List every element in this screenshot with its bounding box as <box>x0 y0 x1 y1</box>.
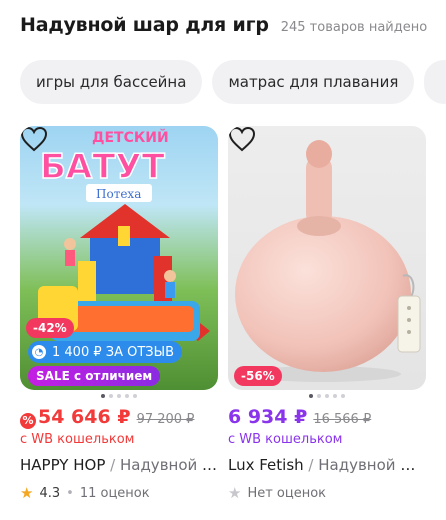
review-bonus-text: 1 400 ₽ ЗА ОТЗЫВ <box>52 344 175 360</box>
pagination-dot <box>133 394 137 398</box>
product-brand: HAPPY HOP <box>20 456 106 474</box>
review-count: Нет оценок <box>247 485 327 501</box>
current-price-text: 54 646 ₽ <box>38 406 131 428</box>
product-image[interactable]: ДЕТСКИЙ БАТУТ Потеха -42% ◔ 1 400 ₽ ЗА О <box>20 126 218 390</box>
pagination-dot <box>109 394 113 398</box>
chip-more[interactable] <box>424 60 446 104</box>
rating-row: ★ Нет оценок <box>228 484 326 502</box>
chat-bubble-icon: ◔ <box>32 345 46 359</box>
name-separator: / <box>105 456 120 474</box>
rating-score: 4.3 <box>39 485 61 501</box>
pagination-dot <box>117 394 121 398</box>
image-pagination <box>20 394 218 398</box>
price-row: 6 934 ₽ 16 566 ₽ <box>228 406 371 428</box>
discount-badge: -56% <box>234 366 282 386</box>
review-bonus-badge: ◔ 1 400 ₽ ЗА ОТЗЫВ <box>28 341 183 363</box>
product-description: Надувной батут <box>119 456 218 474</box>
pagination-dot <box>341 394 345 398</box>
old-price: 16 566 ₽ <box>313 412 372 427</box>
sale-tag-icon: % <box>20 412 36 429</box>
star-icon: ★ <box>228 484 242 502</box>
image-pagination <box>228 394 426 398</box>
image-text-brand: Потеха <box>96 187 141 201</box>
name-separator: / <box>303 456 319 474</box>
product-brand: Lux Fetish <box>228 456 304 474</box>
discount-badge: -42% <box>26 318 74 338</box>
product-description: Надувной шар <box>318 456 426 474</box>
pagination-dot <box>333 394 337 398</box>
image-text-trampoline: БАТУТ <box>40 147 166 187</box>
review-count: 11 оценок <box>79 485 150 501</box>
results-count: 245 товаров найдено <box>280 20 428 35</box>
image-text-kids: ДЕТСКИЙ <box>92 129 169 146</box>
product-name[interactable]: Lux Fetish / Надувной шар <box>228 456 426 474</box>
product-image[interactable]: -56% <box>228 126 426 390</box>
pagination-dot <box>309 394 313 398</box>
chip-pool-games[interactable]: игры для бассейна <box>20 60 203 104</box>
favorite-heart-icon[interactable] <box>228 126 256 152</box>
rating-row: ★ 4.3 • 11 оценок <box>20 484 150 502</box>
pagination-dot <box>101 394 105 398</box>
wallet-label: с WB кошельком <box>20 432 135 447</box>
price-row: % 54 646 ₽ 97 200 ₽ <box>20 406 195 429</box>
product-card[interactable]: -56% 6 934 ₽ 16 566 ₽ с WB кошельком Lux… <box>228 126 426 502</box>
product-name[interactable]: HAPPY HOP / Надувной батут <box>20 456 218 474</box>
inflatable-ball-illustration <box>235 140 421 382</box>
pagination-dot <box>125 394 129 398</box>
old-price: 97 200 ₽ <box>136 412 195 427</box>
pagination-dot <box>317 394 321 398</box>
wallet-label: с WB кошельком <box>228 432 343 447</box>
star-icon: ★ <box>20 484 34 502</box>
page-title: Надувной шар для игр <box>20 14 269 36</box>
search-header: Надувной шар для игр 245 товаров найдено <box>20 14 440 42</box>
chip-swim-mattress[interactable]: матрас для плавания <box>212 60 415 104</box>
pagination-dot <box>325 394 329 398</box>
sale-badge: SALE с отличием <box>28 366 161 386</box>
rating-bullet: • <box>66 485 74 501</box>
current-price: 6 934 ₽ <box>228 406 308 428</box>
related-chips: игры для бассейна матрас для плавания <box>20 60 446 104</box>
product-card[interactable]: ДЕТСКИЙ БАТУТ Потеха -42% ◔ 1 400 ₽ ЗА О <box>20 126 218 502</box>
favorite-heart-icon[interactable] <box>20 126 48 152</box>
current-price: % 54 646 ₽ <box>20 406 131 429</box>
